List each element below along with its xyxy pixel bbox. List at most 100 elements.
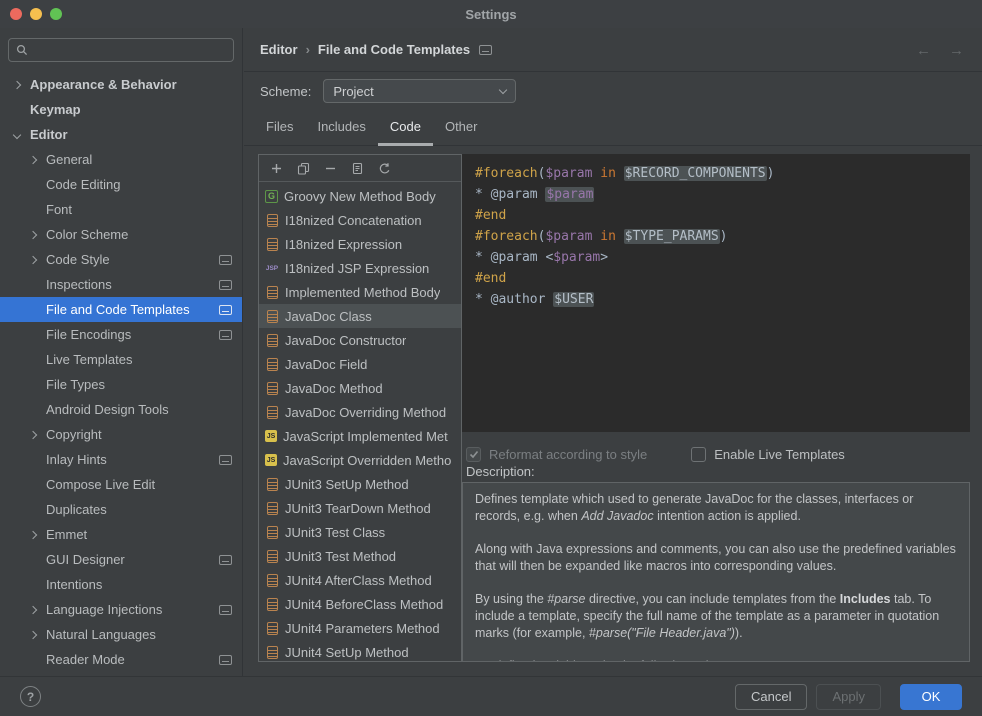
template-item-junit3-setup-method[interactable]: JUnit3 SetUp Method — [259, 472, 461, 496]
sidebar-item-inspections[interactable]: Inspections — [0, 272, 242, 297]
sidebar-item-code-editing[interactable]: Code Editing — [0, 172, 242, 197]
sidebar-item-label: Keymap — [30, 102, 81, 117]
search-input[interactable] — [33, 43, 226, 58]
sidebar-item-duplicates[interactable]: Duplicates — [0, 497, 242, 522]
copy-template-icon[interactable] — [296, 161, 310, 175]
chevron-collapsed-icon[interactable] — [30, 157, 46, 163]
template-item-javadoc-class[interactable]: JavaDoc Class — [259, 304, 461, 328]
sidebar-item-language-injections[interactable]: Language Injections — [0, 597, 242, 622]
template-item-javadoc-field[interactable]: JavaDoc Field — [259, 352, 461, 376]
chevron-collapsed-icon[interactable] — [30, 257, 46, 263]
code-line: * @author $USER — [475, 289, 957, 310]
template-file-icon — [267, 238, 278, 251]
sidebar-item-copyright[interactable]: Copyright — [0, 422, 242, 447]
sidebar-item-android-design-tools[interactable]: Android Design Tools — [0, 397, 242, 422]
help-icon: ? — [27, 690, 34, 704]
settings-search[interactable] — [8, 38, 234, 62]
chevron-collapsed-icon[interactable] — [14, 82, 30, 88]
template-item-javascript-overridden-metho[interactable]: JSJavaScript Overridden Metho — [259, 448, 461, 472]
sidebar-item-label: Editor — [30, 127, 68, 142]
template-item-label: JavaDoc Constructor — [285, 333, 406, 348]
sidebar-item-file-encodings[interactable]: File Encodings — [0, 322, 242, 347]
reset-template-icon[interactable] — [377, 161, 391, 175]
enable-live-templates-checkbox[interactable]: Enable Live Templates — [691, 447, 845, 462]
template-item-junit3-test-method[interactable]: JUnit3 Test Method — [259, 544, 461, 568]
checkbox-unchecked-icon — [691, 447, 706, 462]
description-panel[interactable]: Defines template which used to generate … — [462, 482, 970, 662]
template-item-label: I18nized Expression — [285, 237, 402, 252]
duplicate-template-icon[interactable] — [350, 161, 364, 175]
sidebar-item-label: Intentions — [46, 577, 102, 592]
sidebar-item-label: Code Editing — [46, 177, 120, 192]
sidebar-item-compose-live-edit[interactable]: Compose Live Edit — [0, 472, 242, 497]
forward-icon[interactable]: → — [949, 42, 964, 59]
tab-includes[interactable]: Includes — [305, 110, 377, 146]
template-item-javadoc-constructor[interactable]: JavaDoc Constructor — [259, 328, 461, 352]
tab-other[interactable]: Other — [433, 110, 490, 146]
template-item-junit3-teardown-method[interactable]: JUnit3 TearDown Method — [259, 496, 461, 520]
sidebar-item-label: Color Scheme — [46, 227, 128, 242]
scheme-select[interactable]: Project — [323, 79, 516, 103]
sidebar-item-file-types[interactable]: File Types — [0, 372, 242, 397]
template-item-junit4-setup-method[interactable]: JUnit4 SetUp Method — [259, 640, 461, 661]
template-editor[interactable]: #foreach($param in $RECORD_COMPONENTS) *… — [462, 154, 970, 432]
template-file-icon — [267, 502, 278, 515]
template-item-javascript-implemented-met[interactable]: JSJavaScript Implemented Met — [259, 424, 461, 448]
sidebar-item-appearance-behavior[interactable]: Appearance & Behavior — [0, 72, 242, 97]
sidebar-item-inlay-hints[interactable]: Inlay Hints — [0, 447, 242, 472]
template-editor-code: #foreach($param in $RECORD_COMPONENTS) *… — [475, 163, 957, 310]
template-item-javadoc-method[interactable]: JavaDoc Method — [259, 376, 461, 400]
template-item-junit4-afterclass-method[interactable]: JUnit4 AfterClass Method — [259, 568, 461, 592]
sidebar-item-color-scheme[interactable]: Color Scheme — [0, 222, 242, 247]
minimize-button[interactable] — [30, 8, 42, 20]
template-item-junit4-parameters-method[interactable]: JUnit4 Parameters Method — [259, 616, 461, 640]
sidebar-item-live-templates[interactable]: Live Templates — [0, 347, 242, 372]
js-file-icon: JS — [265, 454, 277, 466]
chevron-expanded-icon[interactable] — [14, 132, 30, 138]
sidebar-item-gui-designer[interactable]: GUI Designer — [0, 547, 242, 572]
close-button[interactable] — [10, 8, 22, 20]
sidebar-item-intentions[interactable]: Intentions — [0, 572, 242, 597]
template-item-junit3-test-class[interactable]: JUnit3 Test Class — [259, 520, 461, 544]
sidebar-item-emmet[interactable]: Emmet — [0, 522, 242, 547]
chevron-collapsed-icon[interactable] — [30, 632, 46, 638]
sidebar-item-keymap[interactable]: Keymap — [0, 97, 242, 122]
ok-button[interactable]: OK — [900, 684, 962, 710]
sidebar-item-reader-mode[interactable]: Reader Mode — [0, 647, 242, 672]
screen-icon — [479, 45, 492, 55]
template-item-javadoc-overriding-method[interactable]: JavaDoc Overriding Method — [259, 400, 461, 424]
sidebar-item-general[interactable]: General — [0, 147, 242, 172]
cancel-button[interactable]: Cancel — [735, 684, 807, 710]
breadcrumb-editor[interactable]: Editor — [260, 42, 298, 57]
sidebar-item-code-style[interactable]: Code Style — [0, 247, 242, 272]
template-file-icon — [267, 526, 278, 539]
template-item-i18nized-expression[interactable]: I18nized Expression — [259, 232, 461, 256]
template-file-icon — [267, 358, 278, 371]
tab-code[interactable]: Code — [378, 110, 433, 146]
sidebar-item-font[interactable]: Font — [0, 197, 242, 222]
chevron-collapsed-icon[interactable] — [30, 532, 46, 538]
description-paragraph: By using the #parse directive, you can i… — [475, 591, 957, 642]
back-icon[interactable]: ← — [916, 42, 931, 59]
template-item-i18nized-concatenation[interactable]: I18nized Concatenation — [259, 208, 461, 232]
template-file-icon — [267, 334, 278, 347]
help-button[interactable]: ? — [20, 686, 41, 707]
tab-files[interactable]: Files — [254, 110, 305, 146]
chevron-collapsed-icon[interactable] — [30, 232, 46, 238]
sidebar-item-natural-languages[interactable]: Natural Languages — [0, 622, 242, 647]
chevron-collapsed-icon[interactable] — [30, 607, 46, 613]
zoom-button[interactable] — [50, 8, 62, 20]
template-item-label: JUnit4 BeforeClass Method — [285, 597, 443, 612]
sidebar-item-editor[interactable]: Editor — [0, 122, 242, 147]
template-item-implemented-method-body[interactable]: Implemented Method Body — [259, 280, 461, 304]
add-template-icon[interactable] — [269, 161, 283, 175]
template-item-i18nized-jsp-expression[interactable]: JSPI18nized JSP Expression — [259, 256, 461, 280]
template-item-junit4-beforeclass-method[interactable]: JUnit4 BeforeClass Method — [259, 592, 461, 616]
sidebar-item-file-and-code-templates[interactable]: File and Code Templates — [0, 297, 242, 322]
chevron-collapsed-icon[interactable] — [30, 432, 46, 438]
screen-icon — [219, 305, 232, 315]
template-item-groovy-new-method-body[interactable]: GGroovy New Method Body — [259, 184, 461, 208]
scheme-value: Project — [333, 84, 373, 99]
sidebar-item-label: Inspections — [46, 277, 112, 292]
remove-template-icon[interactable] — [323, 161, 337, 175]
